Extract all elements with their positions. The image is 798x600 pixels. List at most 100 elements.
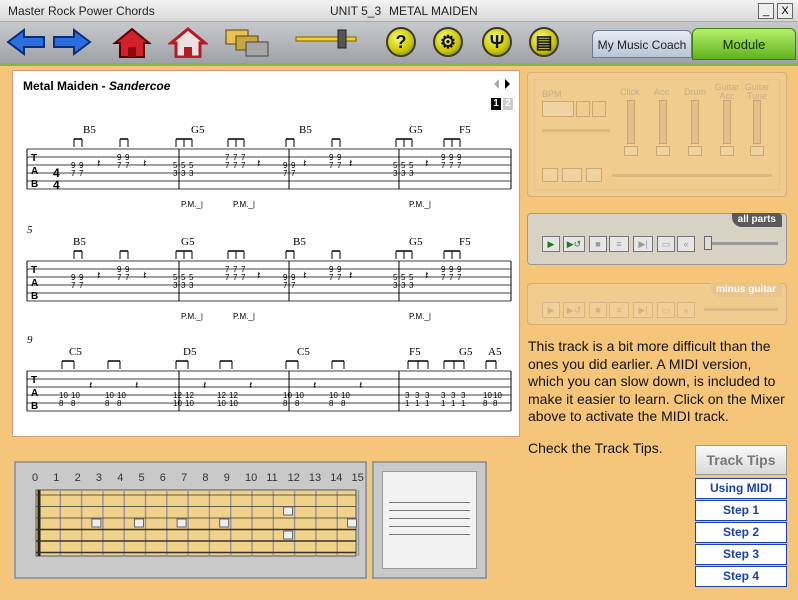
chord-symbol: G5 <box>181 236 195 248</box>
mixer-loop-button[interactable] <box>562 168 582 182</box>
fret-marker <box>347 518 357 528</box>
tab-t: T <box>31 265 37 276</box>
mixer-position-slider[interactable] <box>612 174 772 177</box>
mixer-panel[interactable]: BPM Click Acc Drum Guitar Acc Guitar Tun… <box>527 72 787 197</box>
chord-symbol: B5 <box>83 124 96 136</box>
fret-number: 3 <box>173 281 178 290</box>
rest-symbol: 𝄽 <box>313 380 316 392</box>
palm-mute-marking: P.M._| <box>233 312 255 321</box>
bpm-field[interactable] <box>542 101 574 117</box>
rest-symbol: 𝄽 <box>143 270 146 282</box>
folder-button[interactable]: ▭ <box>657 236 675 252</box>
rest-symbol: 𝄽 <box>257 158 260 170</box>
fret-number: 3 <box>181 169 186 178</box>
position-track[interactable] <box>704 242 778 245</box>
click-fader[interactable] <box>627 100 635 144</box>
mark-start-button[interactable]: ≡ <box>609 236 629 252</box>
fret-marker <box>219 518 230 528</box>
mixer-rewind-button[interactable] <box>586 168 602 182</box>
tip-step-4-button[interactable]: Step 4 <box>695 566 787 587</box>
volume-slider[interactable] <box>294 28 360 60</box>
app-title: Master Rock Power Chords <box>8 4 155 18</box>
rest-symbol: 𝄽 <box>257 270 260 282</box>
mixer-play-button[interactable] <box>542 168 558 182</box>
print-icon[interactable]: ▤ <box>529 27 559 57</box>
fret-number: 1 <box>461 399 466 408</box>
fret-marker <box>134 518 144 528</box>
bpm-slider[interactable] <box>542 129 610 132</box>
guitar-acc-mute[interactable] <box>720 146 734 156</box>
mg-folder-button[interactable]: ▭ <box>657 302 675 318</box>
fret-number: 8 <box>329 399 334 408</box>
chord-symbol: G5 <box>191 124 205 136</box>
forward-arrow-icon[interactable] <box>52 26 92 58</box>
guitar-tune-label: Guitar Tune <box>744 82 770 101</box>
chord-symbol: D5 <box>183 346 197 358</box>
rest-symbol: 𝄽 <box>425 270 428 282</box>
position-thumb[interactable] <box>704 236 712 250</box>
drum-fader[interactable] <box>691 100 699 144</box>
fret-number: 7 <box>225 161 230 170</box>
tab-a: A <box>31 278 38 289</box>
tab-my-music-coach[interactable]: My Music Coach <box>592 30 692 58</box>
acc-fader[interactable] <box>659 100 667 144</box>
click-mute[interactable] <box>624 146 638 156</box>
palm-mute-marking: P.M._| <box>233 200 255 209</box>
tab-module[interactable]: Module <box>692 28 796 60</box>
chord-symbol: G5 <box>459 346 473 358</box>
loop-play-button[interactable]: ▶↺ <box>563 236 585 252</box>
rest-symbol: 𝄽 <box>143 158 146 170</box>
guitar-acc-fader[interactable] <box>723 100 731 144</box>
minimize-button[interactable]: _ <box>758 3 774 19</box>
guitar-tune-mute[interactable] <box>750 146 764 156</box>
fret-number: 7 <box>457 161 462 170</box>
bpm-down-button[interactable] <box>576 101 590 117</box>
tab-b: B <box>31 401 38 412</box>
guitar-tune-fader[interactable] <box>753 100 761 144</box>
settings-gear-icon[interactable]: ⚙ <box>433 27 463 57</box>
home-icon[interactable] <box>112 26 152 58</box>
fret-number: 8 <box>283 399 288 408</box>
mg-position-track[interactable] <box>704 308 778 311</box>
mg-stop-button[interactable]: ■ <box>589 302 607 318</box>
mg-mark-end-button[interactable]: ▶| <box>633 302 653 318</box>
rewind-button[interactable]: « <box>677 236 695 252</box>
tip-step-3-button[interactable]: Step 3 <box>695 544 787 565</box>
notation-preview <box>382 471 477 569</box>
title-bar: Master Rock Power Chords UNIT 5_3 METAL … <box>0 0 798 22</box>
tip-using-midi-button[interactable]: Using MIDI <box>695 478 787 499</box>
mg-rewind-button[interactable]: « <box>677 302 695 318</box>
fret-number: 7 <box>241 161 246 170</box>
play-button[interactable]: ▶ <box>542 236 560 252</box>
help-button[interactable]: ? <box>386 27 416 57</box>
home-outline-icon[interactable] <box>168 26 208 58</box>
fret-number: 1 <box>451 399 456 408</box>
drum-label: Drum <box>684 87 706 97</box>
tuning-fork-icon[interactable]: Ψ <box>482 27 512 57</box>
tab-t: T <box>31 375 37 386</box>
drum-mute[interactable] <box>688 146 702 156</box>
fret-number-label: 4 <box>117 472 123 484</box>
tip-step-1-button[interactable]: Step 1 <box>695 500 787 521</box>
back-arrow-icon[interactable] <box>6 26 46 58</box>
bpm-up-button[interactable] <box>592 101 606 117</box>
fret-number: 7 <box>125 161 130 170</box>
mg-mark-start-button[interactable]: ≡ <box>609 302 629 318</box>
folders-icon[interactable] <box>224 26 270 58</box>
rest-symbol: 𝄽 <box>303 158 306 170</box>
mg-play-button[interactable]: ▶ <box>542 302 560 318</box>
stop-button[interactable]: ■ <box>589 236 607 252</box>
chord-symbol: F5 <box>409 346 421 358</box>
fret-number: 8 <box>105 399 110 408</box>
close-button[interactable]: X <box>777 3 793 19</box>
acc-label: Acc <box>654 87 670 97</box>
fret-number-label: 7 <box>181 472 187 484</box>
mark-end-button[interactable]: ▶| <box>633 236 653 252</box>
mg-loop-button[interactable]: ▶↺ <box>563 302 585 318</box>
chord-symbol: F5 <box>459 236 471 248</box>
tip-step-2-button[interactable]: Step 2 <box>695 522 787 543</box>
acc-mute[interactable] <box>656 146 670 156</box>
fret-number-label: 11 <box>266 472 277 484</box>
fret-number: 3 <box>401 281 406 290</box>
fret-number: 7 <box>225 273 230 282</box>
